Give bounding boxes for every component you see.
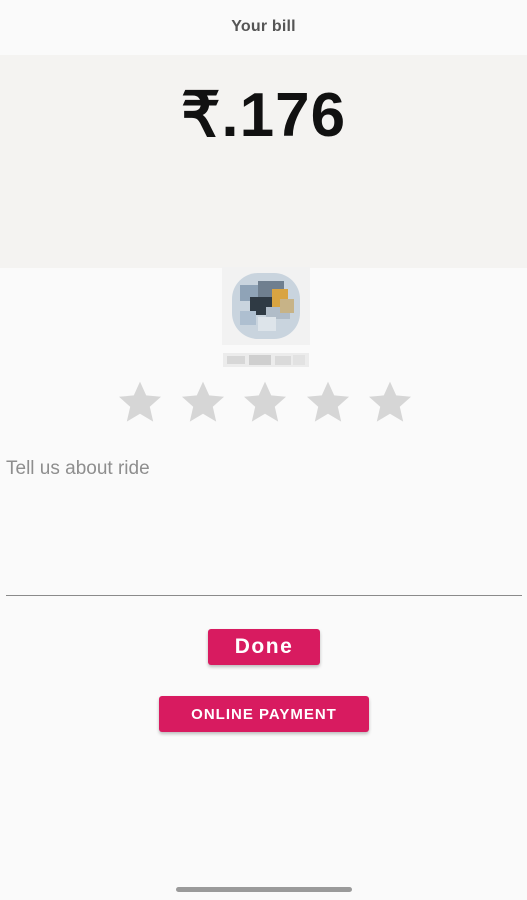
- bill-amount: ₹.176: [180, 81, 347, 150]
- done-button[interactable]: Done: [208, 629, 320, 665]
- feedback-field: [6, 450, 522, 598]
- page-title: Your bill: [231, 18, 296, 35]
- online-payment-button[interactable]: ONLINE PAYMENT: [159, 696, 369, 732]
- feedback-input[interactable]: [6, 450, 522, 596]
- star-icon[interactable]: [115, 378, 165, 426]
- star-icon[interactable]: [178, 378, 228, 426]
- star-rating: [115, 378, 415, 426]
- star-icon[interactable]: [365, 378, 415, 426]
- star-icon[interactable]: [240, 378, 290, 426]
- star-icon[interactable]: [303, 378, 353, 426]
- driver-avatar: [222, 267, 310, 345]
- bill-screen: Your bill ₹.176 Done ONLINE PAYMENT: [0, 0, 527, 900]
- driver-name-redacted: [223, 353, 309, 367]
- gesture-nav-bar[interactable]: [176, 887, 352, 892]
